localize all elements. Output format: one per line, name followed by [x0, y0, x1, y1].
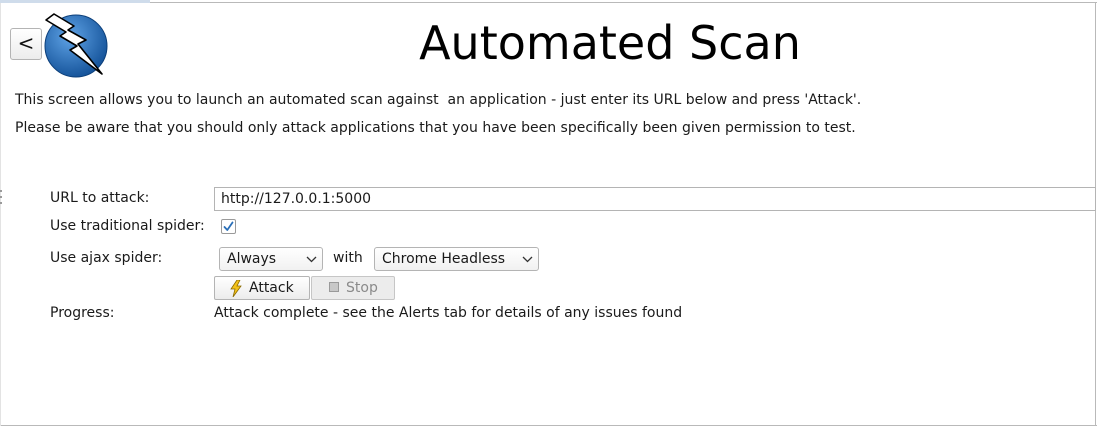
panel-border-top — [150, 2, 1097, 3]
zap-logo-icon — [44, 13, 108, 78]
attack-label: Attack — [249, 280, 294, 296]
panel-border-right — [1095, 3, 1096, 426]
stop-label: Stop — [346, 280, 378, 296]
splitter-grip[interactable] — [0, 202, 2, 204]
url-input[interactable] — [214, 187, 1096, 211]
traditional-spider-checkbox[interactable] — [221, 219, 236, 234]
attack-button[interactable]: Attack — [214, 276, 310, 300]
description-line-1: This screen allows you to launch an auto… — [15, 92, 862, 108]
chevron-down-icon — [522, 256, 533, 263]
ajax-browser-select[interactable]: Chrome Headless — [374, 247, 539, 271]
description-line-2: Please be aware that you should only att… — [15, 120, 856, 136]
panel-border-left — [0, 3, 1, 426]
lightning-bolt-icon — [230, 280, 242, 297]
with-label: with — [333, 250, 363, 266]
chevron-down-icon — [306, 256, 317, 263]
stop-button[interactable]: Stop — [311, 276, 395, 300]
ajax-spider-label: Use ajax spider: — [50, 250, 163, 266]
stop-square-icon — [329, 282, 339, 292]
url-label: URL to attack: — [50, 190, 150, 206]
checkmark-icon — [223, 221, 234, 231]
top-strip — [0, 0, 150, 3]
ajax-mode-value: Always — [227, 251, 277, 267]
ajax-mode-select[interactable]: Always — [219, 247, 323, 271]
splitter-grip[interactable] — [0, 190, 2, 192]
ajax-browser-value: Chrome Headless — [382, 251, 506, 267]
back-button[interactable]: < — [10, 28, 42, 60]
progress-status: Attack complete - see the Alerts tab for… — [214, 305, 683, 321]
traditional-spider-label: Use traditional spider: — [50, 218, 205, 234]
splitter-grip[interactable] — [0, 196, 2, 198]
progress-label: Progress: — [50, 305, 115, 321]
page-title: Automated Scan — [419, 16, 801, 70]
